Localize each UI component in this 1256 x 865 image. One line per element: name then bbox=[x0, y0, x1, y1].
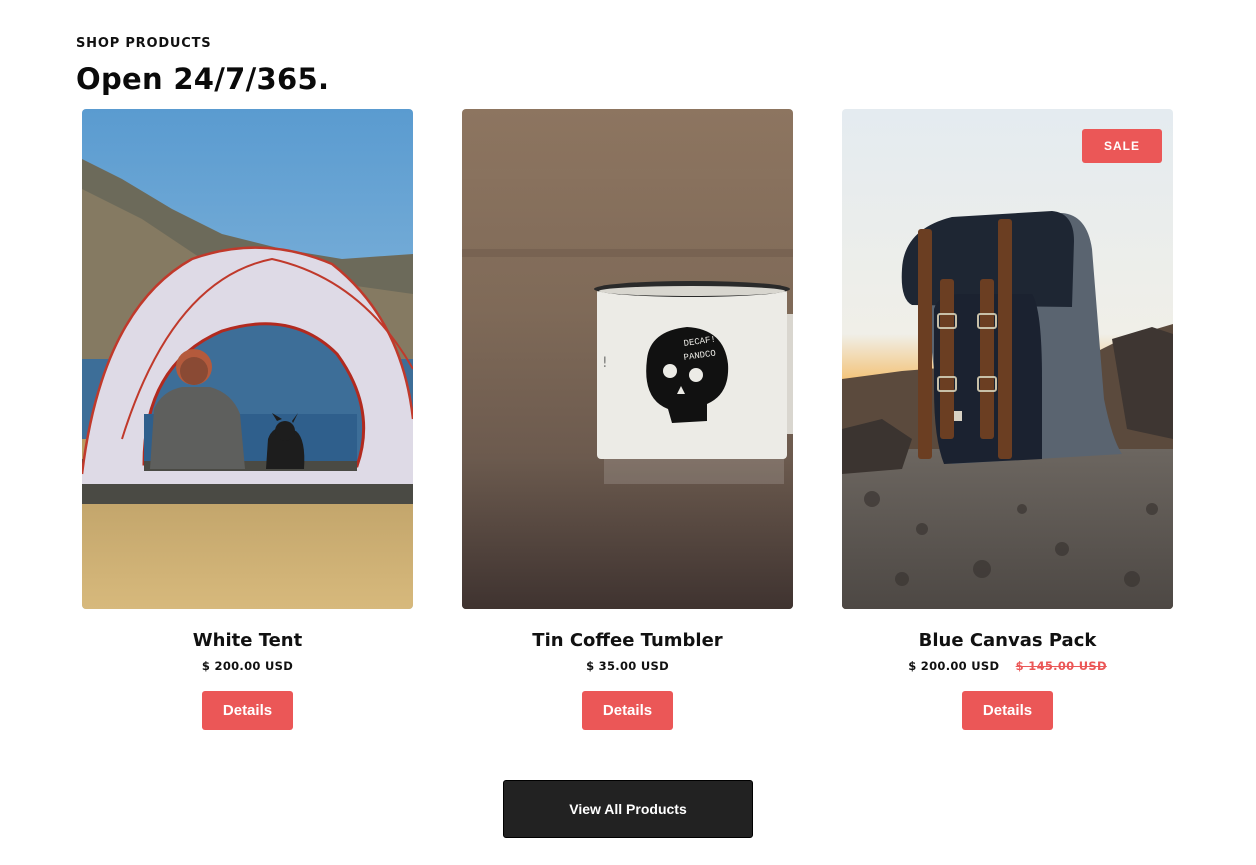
mug-photo[interactable]: DECAF! PANDCO ! bbox=[462, 109, 793, 609]
details-button[interactable]: Details bbox=[202, 691, 293, 730]
shop-products-section: SHOP PRODUCTS Open 24/7/365. White Tent … bbox=[0, 0, 1256, 865]
product-name: Tin Coffee Tumbler bbox=[532, 630, 723, 651]
product-price-row: $ 200.00 USD $ 145.00 USD bbox=[842, 659, 1173, 673]
product-grid: White Tent $ 200.00 USD Details DECAF! P… bbox=[82, 109, 1173, 734]
product-card: White Tent $ 200.00 USD Details bbox=[82, 109, 413, 734]
section-headline: Open 24/7/365. bbox=[76, 62, 330, 96]
tent-photo[interactable] bbox=[82, 109, 413, 609]
svg-text:!: ! bbox=[602, 355, 608, 371]
product-price: $ 200.00 USD bbox=[908, 659, 1000, 673]
product-price-row: $ 35.00 USD bbox=[462, 659, 793, 673]
product-price: $ 200.00 USD bbox=[201, 659, 294, 673]
details-button[interactable]: Details bbox=[582, 691, 673, 730]
product-price-row: $ 200.00 USD bbox=[82, 659, 413, 673]
section-eyebrow: SHOP PRODUCTS bbox=[76, 36, 212, 51]
product-name: White Tent bbox=[192, 630, 303, 651]
product-price: $ 35.00 USD bbox=[586, 659, 669, 673]
sale-badge: SALE bbox=[1082, 129, 1162, 163]
product-name: Blue Canvas Pack bbox=[918, 630, 1097, 651]
product-card: DECAF! PANDCO ! Tin Coffee Tumbler $ 35.… bbox=[462, 109, 793, 734]
backpack-photo[interactable]: SALE bbox=[842, 109, 1173, 609]
details-button[interactable]: Details bbox=[962, 691, 1053, 730]
view-all-products-button[interactable]: View All Products bbox=[503, 780, 753, 838]
product-card: SALE Blue Canvas Pack $ 200.00 USD $ 145… bbox=[842, 109, 1173, 734]
product-compare-price: $ 145.00 USD bbox=[1015, 659, 1107, 673]
